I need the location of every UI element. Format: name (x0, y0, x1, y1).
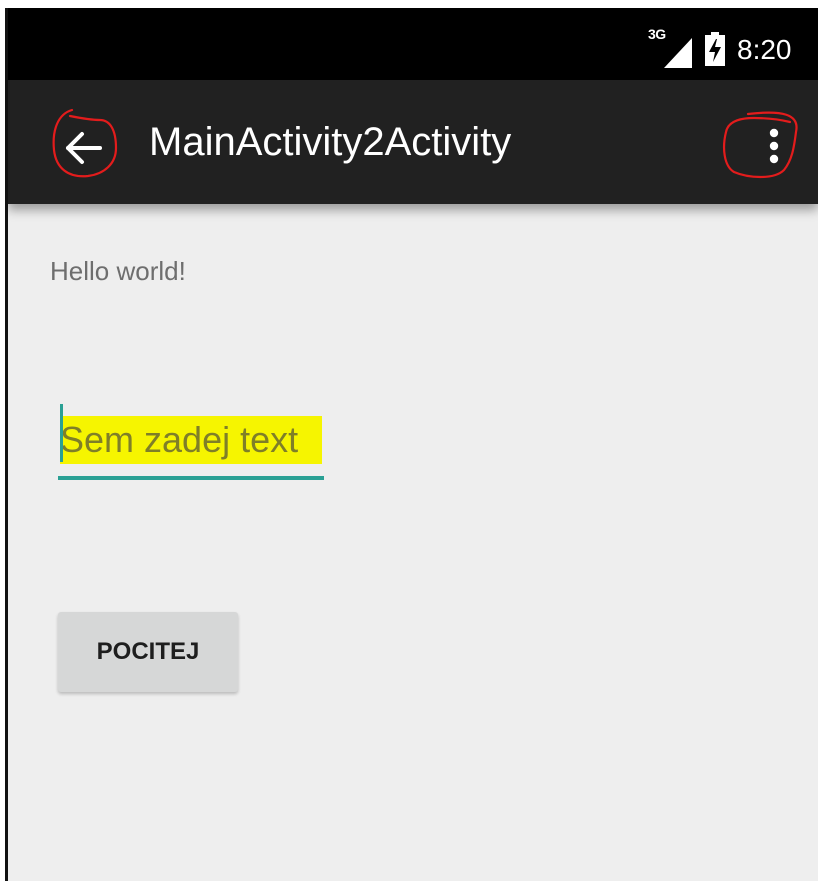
battery-charging-icon (705, 32, 725, 66)
input-underline (58, 476, 324, 480)
annotation-circle (723, 111, 798, 179)
device-edge (0, 0, 8, 881)
signal-icon (664, 38, 692, 68)
activity-content: Hello world! POCITEJ (8, 204, 818, 881)
more-vert-icon (723, 111, 798, 179)
status-bar: 3G 8:20 (8, 8, 818, 80)
toolbar-title: MainActivity2Activity (149, 120, 512, 164)
text-input-container (58, 404, 326, 482)
pocitej-button[interactable]: POCITEJ (58, 612, 238, 692)
text-input[interactable] (58, 416, 326, 464)
clock: 8:20 (737, 34, 792, 65)
overflow-menu-button[interactable] (708, 108, 798, 182)
back-button[interactable] (46, 104, 118, 180)
action-bar: MainActivity2Activity (8, 80, 818, 204)
device-screen: 3G 8:20 MainActivity2Activity Hello worl… (8, 8, 818, 881)
hello-text: Hello world! (50, 256, 186, 286)
screenshot-frame: 3G 8:20 MainActivity2Activity Hello worl… (0, 0, 818, 881)
text-cursor (60, 404, 63, 462)
arrow-back-icon (52, 108, 118, 178)
annotation-circle (52, 108, 118, 178)
